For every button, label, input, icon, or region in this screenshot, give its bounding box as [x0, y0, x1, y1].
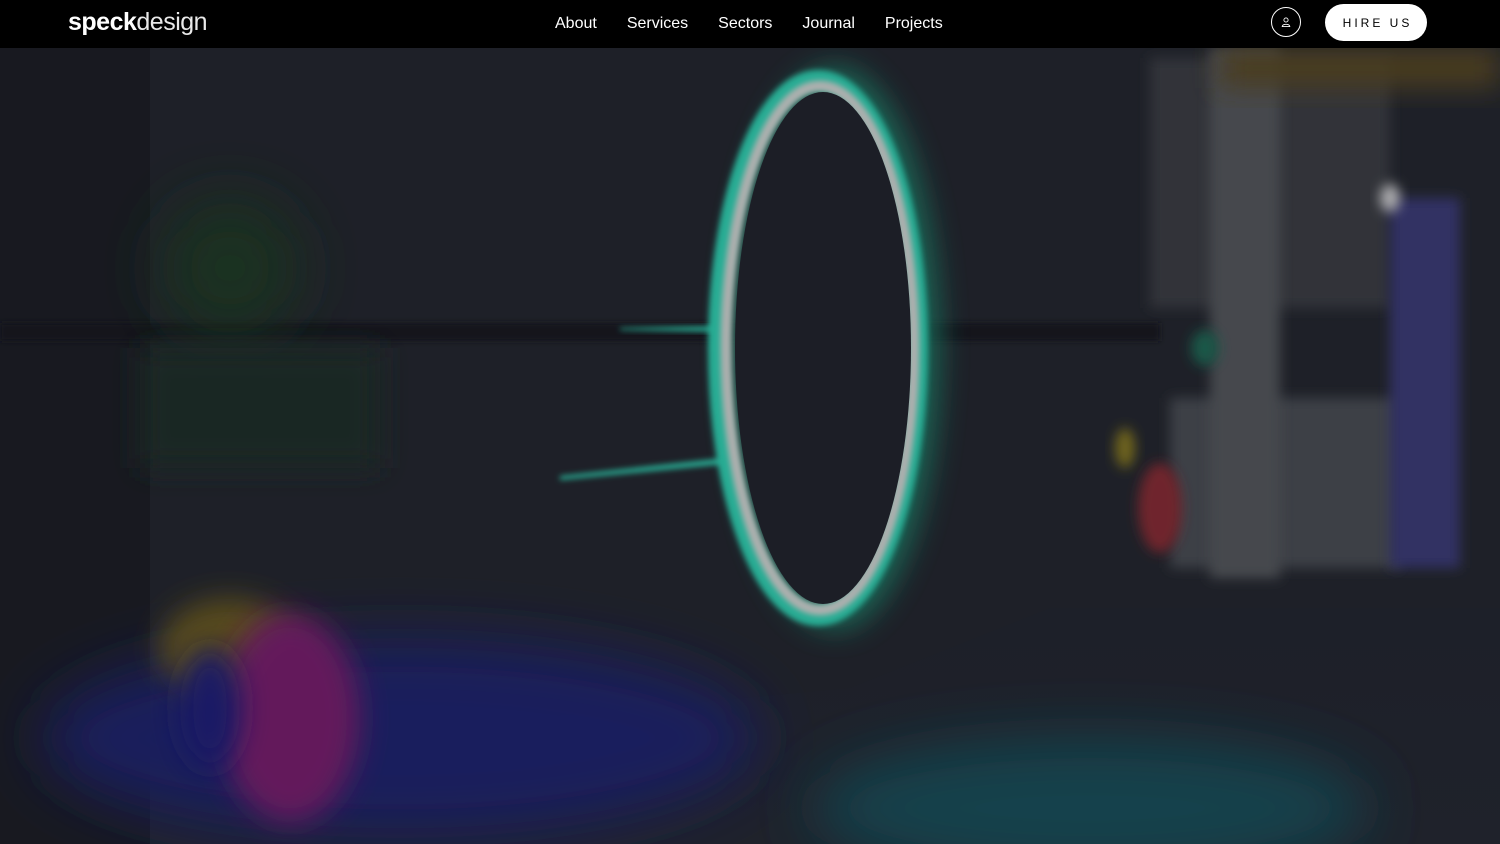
page: speckdesign About Services Sectors Journ… [0, 0, 1500, 844]
nav-item-sectors[interactable]: Sectors [712, 11, 778, 37]
hire-us-button[interactable]: HIRE US [1325, 4, 1427, 41]
nav-item-services[interactable]: Services [621, 11, 694, 37]
logo-primary-text: speck [68, 8, 137, 36]
account-button[interactable] [1271, 7, 1301, 37]
user-icon [1281, 17, 1291, 28]
site-header: speckdesign About Services Sectors Journ… [0, 0, 1500, 48]
nav-item-about[interactable]: About [549, 11, 603, 37]
hero-product-image [0, 48, 1500, 844]
main-nav: About Services Sectors Journal Projects [540, 0, 958, 48]
nav-item-projects[interactable]: Projects [879, 11, 949, 37]
logo-secondary-text: design [136, 8, 208, 36]
hero-video [0, 48, 1500, 844]
site-logo[interactable]: speckdesign [68, 7, 208, 37]
nav-item-journal[interactable]: Journal [796, 11, 860, 37]
